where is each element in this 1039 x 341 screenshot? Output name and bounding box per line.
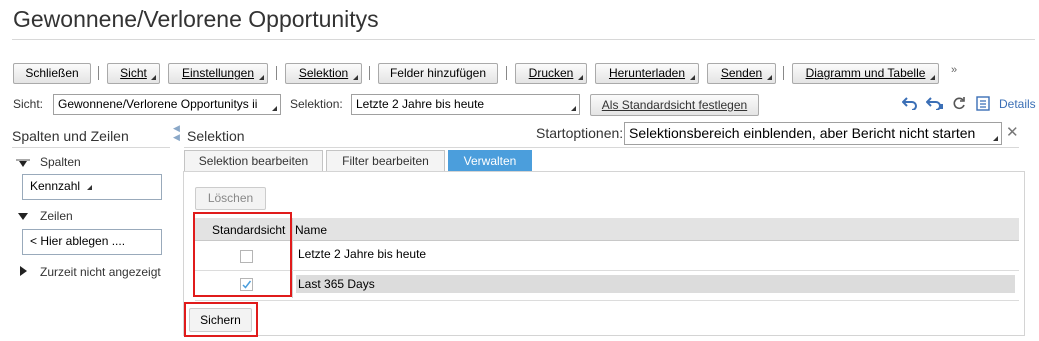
details-icon[interactable] xyxy=(976,96,990,116)
view-select[interactable]: Gewonnene/Verlorene Opportunitys ii xyxy=(53,94,281,115)
toolbar-separator xyxy=(783,66,784,80)
columns-item-kennzahl[interactable]: Kennzahl xyxy=(30,179,80,193)
toolbar-separator xyxy=(369,66,370,80)
selection-menu-button[interactable]: Selektion xyxy=(285,63,362,84)
column-header-name[interactable]: Name xyxy=(295,223,327,237)
tab-selektion-bearbeiten[interactable]: Selektion bearbeiten xyxy=(184,150,323,172)
start-options-select[interactable]: Selektionsbereich einblenden, aber Beric… xyxy=(624,122,1002,145)
columns-dropzone[interactable]: Kennzahl xyxy=(22,174,162,200)
sidebar-divider xyxy=(12,147,170,148)
toolbar-separator xyxy=(98,66,99,80)
hidden-expand-icon[interactable] xyxy=(20,266,27,276)
selection-label: Selektion: xyxy=(290,97,343,111)
toolbar-overflow-icon[interactable]: » xyxy=(951,64,957,76)
page-title: Gewonnene/Verlorene Opportunitys xyxy=(13,6,379,32)
chart-and-table-menu-button[interactable]: Diagramm und Tabelle xyxy=(792,63,939,84)
highlight-default-column xyxy=(193,212,292,297)
columns-label: Spalten xyxy=(40,155,81,169)
delete-button[interactable]: Löschen xyxy=(195,187,266,210)
print-menu-button[interactable]: Drucken xyxy=(515,63,587,84)
toolbar-separator xyxy=(506,66,507,80)
view-label: Sicht: xyxy=(13,97,44,111)
undo-icon[interactable] xyxy=(901,96,918,115)
columns-item-menu-icon[interactable] xyxy=(87,185,93,190)
title-divider xyxy=(12,39,1035,40)
close-button[interactable]: Schließen xyxy=(13,63,91,84)
rows-label: Zeilen xyxy=(40,209,73,223)
details-link[interactable]: Details xyxy=(999,97,1036,111)
selection-heading: Selektion xyxy=(187,128,245,144)
selection-select[interactable]: Letzte 2 Jahre bis heute xyxy=(351,94,580,115)
download-menu-button[interactable]: Herunterladen xyxy=(595,63,699,84)
view-name: Letzte 2 Jahre bis heute xyxy=(298,247,427,261)
hidden-fields-label: Zurzeit nicht angezeigt xyxy=(40,265,161,279)
send-menu-button[interactable]: Senden xyxy=(707,63,776,84)
row-selection-highlight xyxy=(296,275,1015,293)
view-name: Last 365 Days xyxy=(298,277,375,291)
sidebar-heading: Spalten und Zeilen xyxy=(12,128,129,144)
toolbar-separator xyxy=(276,66,277,80)
refresh-icon[interactable] xyxy=(952,96,966,115)
collapse-sidebar-icon[interactable]: ◀ ◀ xyxy=(173,124,180,142)
add-fields-button[interactable]: Felder hinzufügen xyxy=(378,63,498,84)
view-menu-button[interactable]: Sicht xyxy=(107,63,160,84)
highlight-save-button xyxy=(184,302,258,337)
start-options-label: Startoptionen: xyxy=(536,125,624,141)
columns-expand-icon[interactable] xyxy=(15,156,31,168)
tab-filter-bearbeiten[interactable]: Filter bearbeiten xyxy=(326,150,445,172)
set-default-view-button[interactable]: Als Standardsicht festlegen xyxy=(590,94,759,116)
main-divider xyxy=(184,147,1019,148)
close-icon[interactable]: ✕ xyxy=(1006,123,1019,141)
tab-verwalten[interactable]: Verwalten xyxy=(448,150,532,172)
undo-all-icon[interactable] xyxy=(925,96,944,115)
settings-menu-button[interactable]: Einstellungen xyxy=(168,63,268,84)
rows-expand-icon[interactable] xyxy=(18,213,28,220)
rows-dropzone[interactable]: < Hier ablegen .... xyxy=(22,229,162,255)
